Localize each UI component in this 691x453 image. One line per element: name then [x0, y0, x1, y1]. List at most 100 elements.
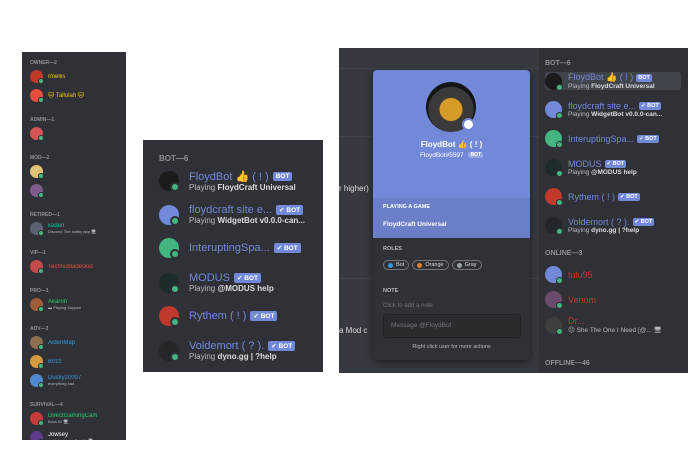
member-row[interactable]: 🐱 Tallulah 🐱 [30, 89, 85, 103]
status-detail: @MODUS help [591, 169, 637, 176]
member-row[interactable]: rmellis [30, 70, 65, 84]
note-input[interactable]: Click to add a note [383, 303, 433, 309]
status-icon [170, 283, 180, 294]
message-input[interactable]: Message @FloydBot [383, 314, 521, 338]
status-icon [556, 277, 563, 284]
member-row[interactable]: InteruptingSpa... ✔ BOT [545, 130, 659, 148]
avatar [545, 101, 563, 119]
avatar [30, 184, 44, 198]
activity-game: FloydCraft Universal [383, 221, 447, 228]
status-detail: FloydCraft Universal [217, 183, 296, 192]
member-row[interactable]: Rythem ( ! ) ✔ BOT [545, 188, 640, 206]
avatar [30, 70, 44, 84]
status-prefix: Playing [189, 183, 218, 192]
status-detail: FloydCraft Universal [591, 83, 655, 90]
section-header-bot: BOT—6 [545, 60, 571, 67]
avatar [545, 266, 563, 284]
member-name: Dr... [568, 316, 585, 326]
member-info: Rythem ( ! ) ✔ BOT [568, 192, 640, 202]
member-row[interactable]: Venom [545, 291, 596, 309]
member-row[interactable]: kaden Discord: The slothy app 🖥 [30, 222, 96, 236]
member-name: Voldemort ( ? ). [189, 340, 265, 352]
member-row[interactable]: InteruptingSpa... ✔ BOT [159, 238, 301, 259]
status-icon [556, 170, 563, 177]
bot-badge: ✔ BOT [276, 205, 304, 215]
member-row[interactable]: Ducky20007 everything bad [30, 374, 81, 388]
member-row[interactable]: tulu95 [545, 266, 593, 284]
section-header: ADV—3 [30, 326, 49, 332]
member-row[interactable]: Voldemort ( ? ). ✔ BOT Playing dyno.gg | ?… [545, 217, 655, 235]
member-row[interactable]: FloydBot 👍 ( ! ) BOT Playing FloydCraft Un… [159, 170, 296, 192]
member-row[interactable]: B0zz [30, 355, 61, 369]
avatar [30, 336, 44, 350]
member-info: rmellis [48, 74, 65, 80]
member-row[interactable]: Technobladeskid [30, 260, 93, 274]
member-name: InteruptingSpa... [189, 242, 270, 254]
status-icon [38, 173, 44, 179]
status-icon [556, 141, 563, 148]
member-row[interactable] [30, 184, 48, 198]
status-icon [556, 302, 563, 309]
avatar [159, 272, 180, 294]
member-info: kaden Discord: The slothy app 🖥 [48, 223, 96, 234]
member-row[interactable]: FloydBot 👍 ( ! ) BOT Playing FloydCraft Un… [545, 72, 681, 91]
member-status: Playing dyno.gg | ?help [568, 227, 654, 234]
member-row[interactable] [30, 127, 48, 141]
member-row[interactable]: AidenMap [30, 336, 75, 350]
popup-avatar [426, 82, 476, 132]
role-pill: Bot [383, 260, 410, 270]
section-header: VIP—1 [30, 250, 46, 256]
status-icon [38, 97, 44, 103]
member-row[interactable]: floydcraft site e... ✔ BOT Playing WidgetB… [159, 204, 305, 226]
member-row[interactable] [30, 165, 48, 179]
member-name-line: Rythem ( ! ) ✔ BOT [189, 310, 278, 322]
member-row[interactable]: DirectGamingCam Boss ID 🖥 [30, 412, 97, 426]
section-header: ADMIN—1 [30, 117, 55, 123]
section-header: PRO—1 [30, 288, 49, 294]
member-name-line: FloydBot 👍 ( ! ) BOT [189, 170, 296, 183]
member-info: B0zz [48, 359, 61, 365]
member-name: Rythem ( ! ) [189, 310, 247, 322]
avatar [30, 222, 44, 236]
section-header-offline: OFFLINE—46 [545, 360, 590, 367]
member-status: Boss ID 🖥 [48, 419, 69, 424]
section-header: RETIRED—1 [30, 212, 60, 218]
bot-badge: ✔ BOT [637, 134, 659, 143]
member-row[interactable]: Jowsey▬ Listening to Spotify 🖥 [30, 431, 93, 440]
status-prefix: Playing [568, 169, 592, 176]
member-info: Dr... 😐 She The One I Need [@... 🖥 [568, 316, 662, 334]
avatar [30, 374, 44, 388]
avatar [159, 171, 180, 192]
role-name: Gray [464, 262, 477, 268]
member-row[interactable]: Akarrin ▬ Playing Support [30, 298, 82, 312]
member-status: Playing FloydCraft Universal [189, 183, 296, 192]
activity-heading: PLAYING A GAME [383, 204, 431, 210]
member-status: Playing FloydCraft Universal [568, 83, 655, 90]
avatar [545, 188, 563, 206]
member-info: floydcraft site e... ✔ BOT Playing WidgetB… [568, 101, 662, 118]
member-info: DirectGamingCam Boss ID 🖥 [48, 413, 97, 424]
chat-fragment: a Mod c [339, 326, 368, 335]
member-list-panel-small: OWNER—2 rmellis 🐱 Tallulah 🐱 ADMIN—1 MOD—2 RE… [22, 52, 126, 440]
member-status: Playing WidgetBot v0.0.0-can... [568, 111, 662, 118]
status-icon [38, 439, 44, 440]
bot-badge: ✔ BOT [268, 341, 296, 351]
avatar [30, 298, 44, 312]
member-row[interactable]: Voldemort ( ? ). ✔ BOT Playing dyno.gg | ?… [159, 340, 296, 362]
member-name-line: MODUS ✔ BOT [568, 159, 637, 169]
member-status: ▬ Playing Support [48, 305, 82, 310]
member-row[interactable]: MODUS ✔ BOT Playing @MODUS help [545, 159, 637, 177]
member-info: Voldemort ( ? ). ✔ BOT Playing dyno.gg | ?… [189, 340, 296, 361]
avatar [30, 431, 44, 440]
member-row[interactable]: floydcraft site e... ✔ BOT Playing WidgetB… [545, 101, 662, 119]
member-name: MODUS [189, 272, 230, 284]
member-row[interactable]: Dr... 😐 She The One I Need [@... 🖥 [545, 316, 662, 335]
member-name: 🐱 Tallulah 🐱 [48, 93, 85, 99]
status-icon [38, 420, 44, 426]
member-row[interactable]: Rythem ( ! ) ✔ BOT [159, 306, 278, 327]
member-name-line: floydcraft site e... ✔ BOT [189, 204, 305, 216]
avatar [30, 127, 44, 141]
bot-badge: BOT [272, 172, 293, 181]
avatar [545, 291, 563, 309]
member-row[interactable]: MODUS ✔ BOT Playing @MODUS help [159, 272, 274, 294]
